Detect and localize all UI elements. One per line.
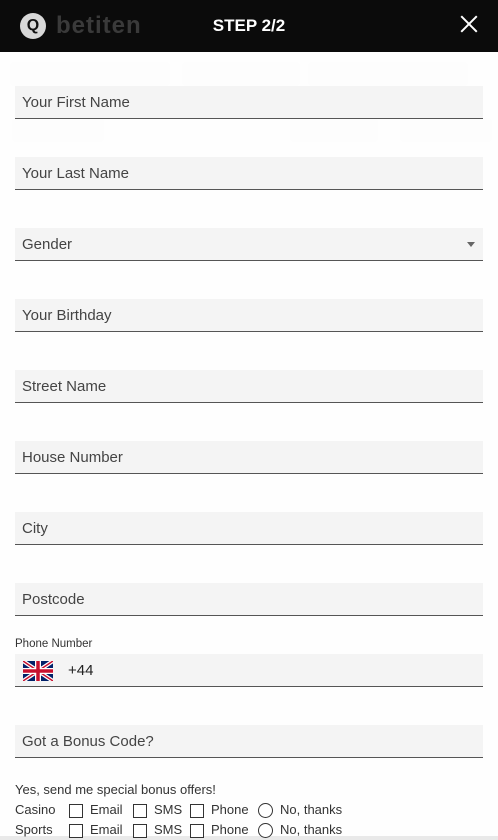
casino-email-checkbox[interactable]	[69, 804, 83, 818]
casino-phone-checkbox[interactable]	[190, 804, 204, 818]
phone-country-code: +44	[68, 662, 94, 679]
birthday-placeholder: Your Birthday	[22, 307, 112, 324]
casino-no-thanks-label: No, thanks	[280, 802, 343, 817]
close-icon[interactable]	[458, 13, 480, 35]
postcode-field[interactable]: Postcode	[15, 583, 483, 616]
last-name-field[interactable]: Your Last Name	[15, 157, 483, 190]
chevron-down-icon	[467, 242, 475, 247]
first-name-placeholder: Your First Name	[22, 94, 130, 111]
street-name-placeholder: Street Name	[22, 378, 107, 395]
sports-no-thanks-label: No, thanks	[280, 822, 343, 837]
gender-placeholder: Gender	[22, 236, 73, 253]
street-name-field[interactable]: Street Name	[15, 370, 483, 403]
modal-header: Q betiten STEP 2/2	[0, 0, 498, 52]
city-placeholder: City	[22, 520, 48, 537]
first-name-field[interactable]: Your First Name	[15, 86, 483, 119]
bonus-offers-title: Yes, send me special bonus offers!	[15, 782, 216, 797]
casino-sms-label: SMS	[154, 802, 183, 817]
birthday-field[interactable]: Your Birthday	[15, 299, 483, 332]
sports-sms-label: SMS	[154, 822, 183, 837]
uk-flag-icon[interactable]	[23, 661, 53, 681]
sports-label: Sports	[15, 822, 53, 837]
city-field[interactable]: City	[15, 512, 483, 545]
gender-select[interactable]: Gender	[15, 228, 483, 261]
casino-no-thanks-radio[interactable]	[258, 803, 273, 818]
bonus-code-placeholder: Got a Bonus Code?	[22, 733, 154, 750]
phone-number-field[interactable]: +44	[15, 654, 483, 687]
house-number-placeholder: House Number	[22, 449, 123, 466]
last-name-placeholder: Your Last Name	[22, 165, 130, 182]
sports-phone-label: Phone	[211, 822, 249, 837]
phone-number-label: Phone Number	[15, 638, 93, 650]
casino-label: Casino	[15, 802, 56, 817]
casino-sms-checkbox[interactable]	[133, 804, 147, 818]
casino-phone-label: Phone	[211, 802, 249, 817]
sports-email-label: Email	[90, 822, 123, 837]
step-title: STEP 2/2	[212, 16, 286, 35]
postcode-placeholder: Postcode	[22, 591, 85, 608]
casino-email-label: Email	[90, 802, 123, 817]
bonus-code-field[interactable]: Got a Bonus Code?	[15, 725, 483, 758]
house-number-field[interactable]: House Number	[15, 441, 483, 474]
